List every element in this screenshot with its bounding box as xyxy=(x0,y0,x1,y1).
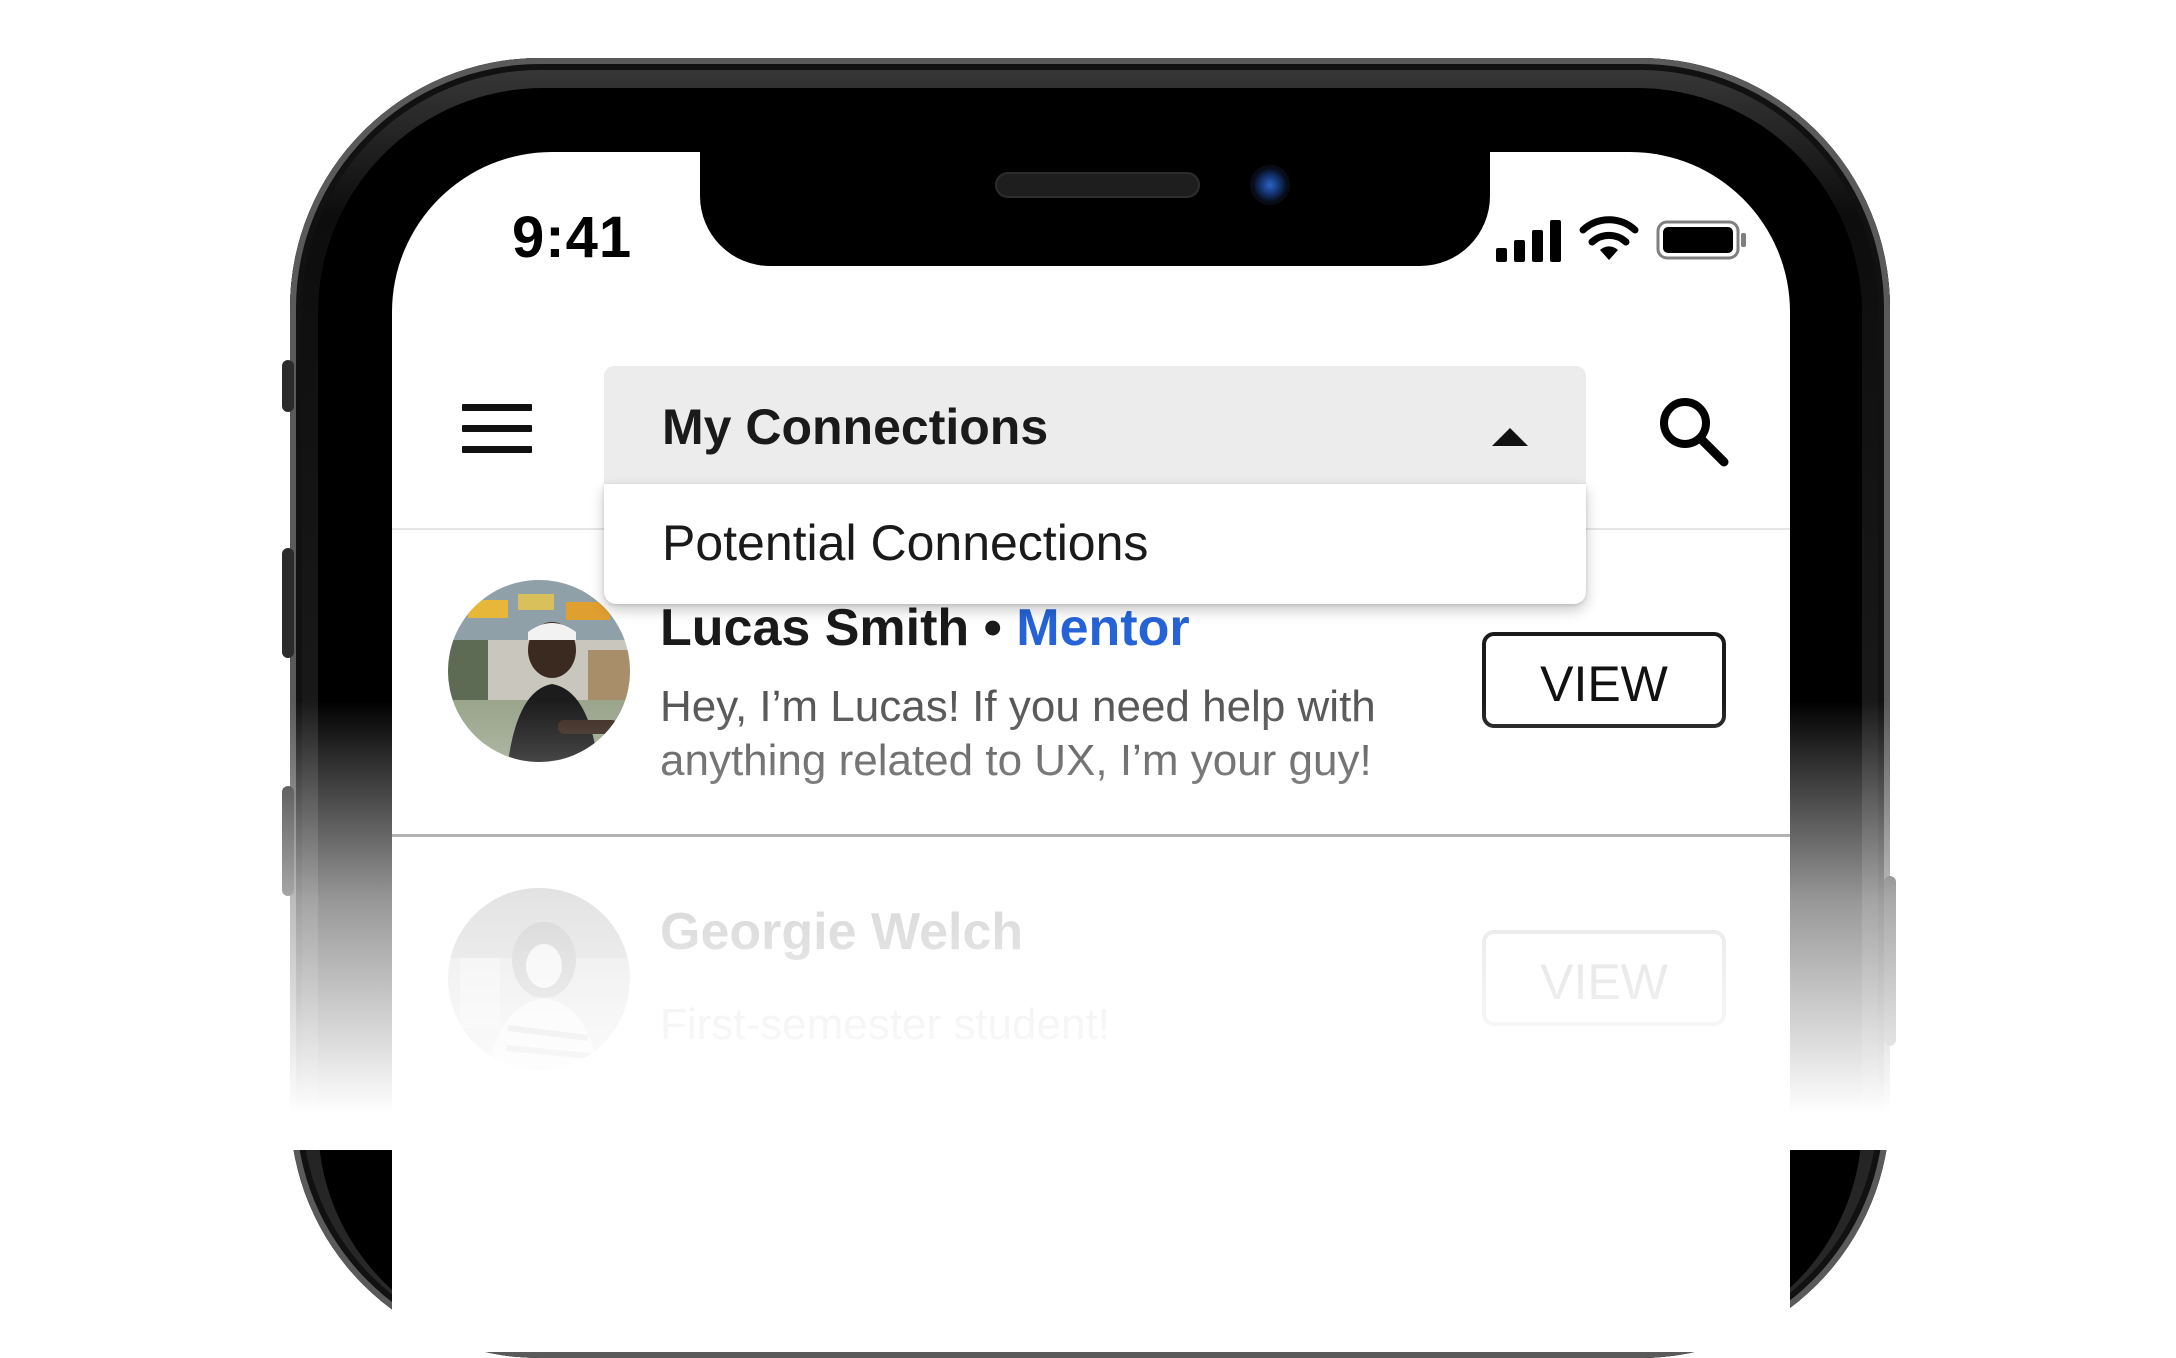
list-item[interactable]: Lucas Smith • Mentor Hey, I’m Lucas! If … xyxy=(392,580,1790,840)
avatar xyxy=(448,580,630,762)
search-icon[interactable] xyxy=(1656,394,1730,468)
volume-up-button xyxy=(282,548,294,658)
connection-name: Lucas Smith xyxy=(660,599,970,657)
avatar xyxy=(448,888,630,1070)
name-separator: • xyxy=(969,599,1017,657)
list-item[interactable]: Georgie Welch First-semester student! VI… xyxy=(392,888,1790,1108)
connection-bio: First-semester student! xyxy=(660,1000,1110,1049)
status-time: 9:41 xyxy=(512,205,633,270)
cellular-signal-icon xyxy=(1496,220,1561,262)
hamburger-menu-icon[interactable] xyxy=(462,404,532,454)
connection-bio: Hey, I’m Lucas! If you need help with an… xyxy=(660,682,1376,785)
battery-icon xyxy=(1656,220,1746,260)
view-profile-button[interactable]: VIEW xyxy=(1482,632,1726,728)
list-divider xyxy=(392,1112,1790,1114)
dropdown-menu: Potential Connections xyxy=(604,484,1586,604)
connection-name-row: Lucas Smith • Mentor xyxy=(660,598,1190,658)
volume-down-button xyxy=(282,786,294,896)
notch xyxy=(700,140,1490,266)
connection-role: Mentor xyxy=(1016,599,1190,657)
front-camera xyxy=(1250,165,1290,205)
list-divider xyxy=(392,834,1790,837)
power-button xyxy=(1884,876,1896,1046)
connections-dropdown[interactable]: My Connections xyxy=(604,366,1586,484)
connection-name: Georgie Welch xyxy=(660,903,1024,961)
dropdown-option-potential-connections[interactable]: Potential Connections xyxy=(662,514,1148,572)
view-profile-button[interactable]: VIEW xyxy=(1482,930,1726,1026)
caret-up-icon xyxy=(1492,428,1528,446)
wifi-icon xyxy=(1579,216,1639,260)
dropdown-selected-label: My Connections xyxy=(662,399,1049,455)
speaker-grille xyxy=(995,172,1200,198)
side-button xyxy=(282,360,294,412)
